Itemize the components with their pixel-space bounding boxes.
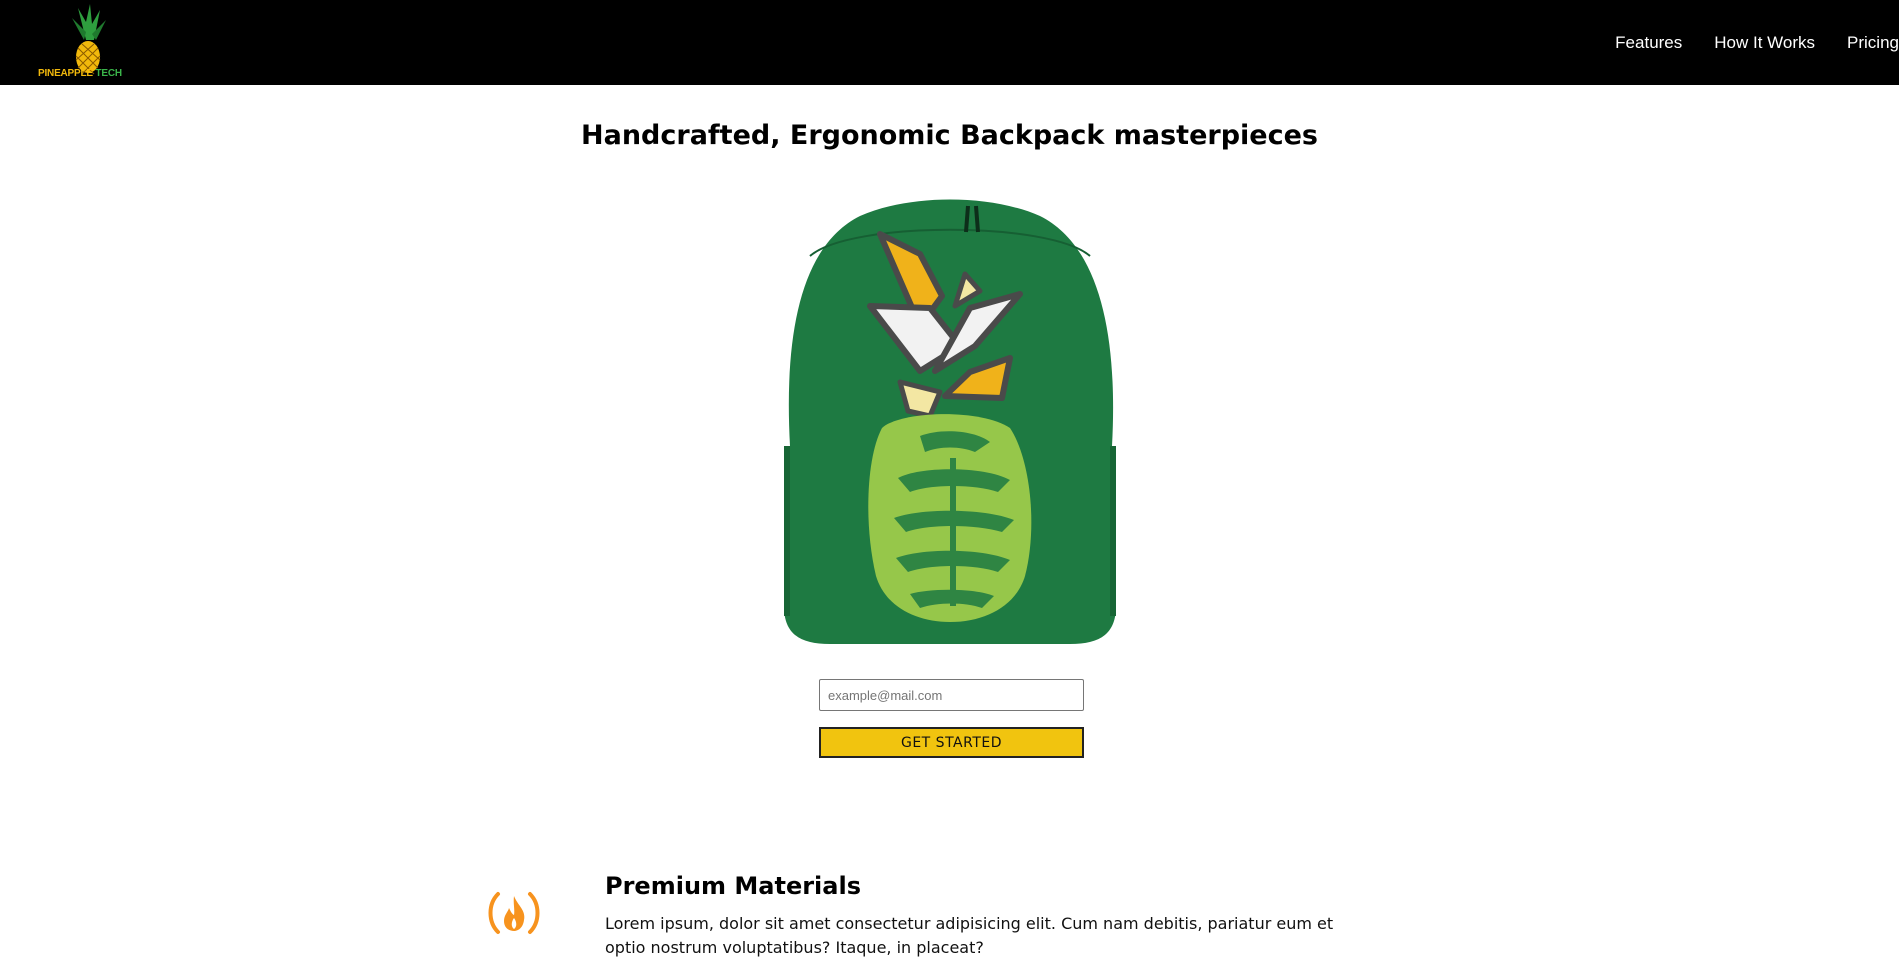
- hero-title: Handcrafted, Ergonomic Backpack masterpi…: [581, 120, 1318, 151]
- nav-link-features[interactable]: Features: [1615, 33, 1682, 53]
- logo-suffix-text: TECH: [95, 68, 122, 79]
- feature-title: Premium Materials: [605, 872, 861, 900]
- nav-link-pricing[interactable]: Pricing: [1847, 33, 1899, 53]
- main-nav: Features How It Works Pricing: [1583, 0, 1899, 85]
- logo-brand-text: PINEAPPLE: [38, 68, 93, 79]
- site-header: PINEAPPLE TECH Features How It Works Pri…: [0, 0, 1899, 85]
- email-input[interactable]: [819, 679, 1084, 711]
- get-started-button[interactable]: GET STARTED: [819, 727, 1084, 758]
- fire-icon: [488, 892, 540, 934]
- logo-wordmark: PINEAPPLE TECH: [38, 68, 122, 79]
- nav-link-how-it-works[interactable]: How It Works: [1714, 33, 1815, 53]
- feature-description: Lorem ipsum, dolor sit amet consectetur …: [605, 914, 1334, 957]
- pineapple-backpack-image: [784, 199, 1116, 644]
